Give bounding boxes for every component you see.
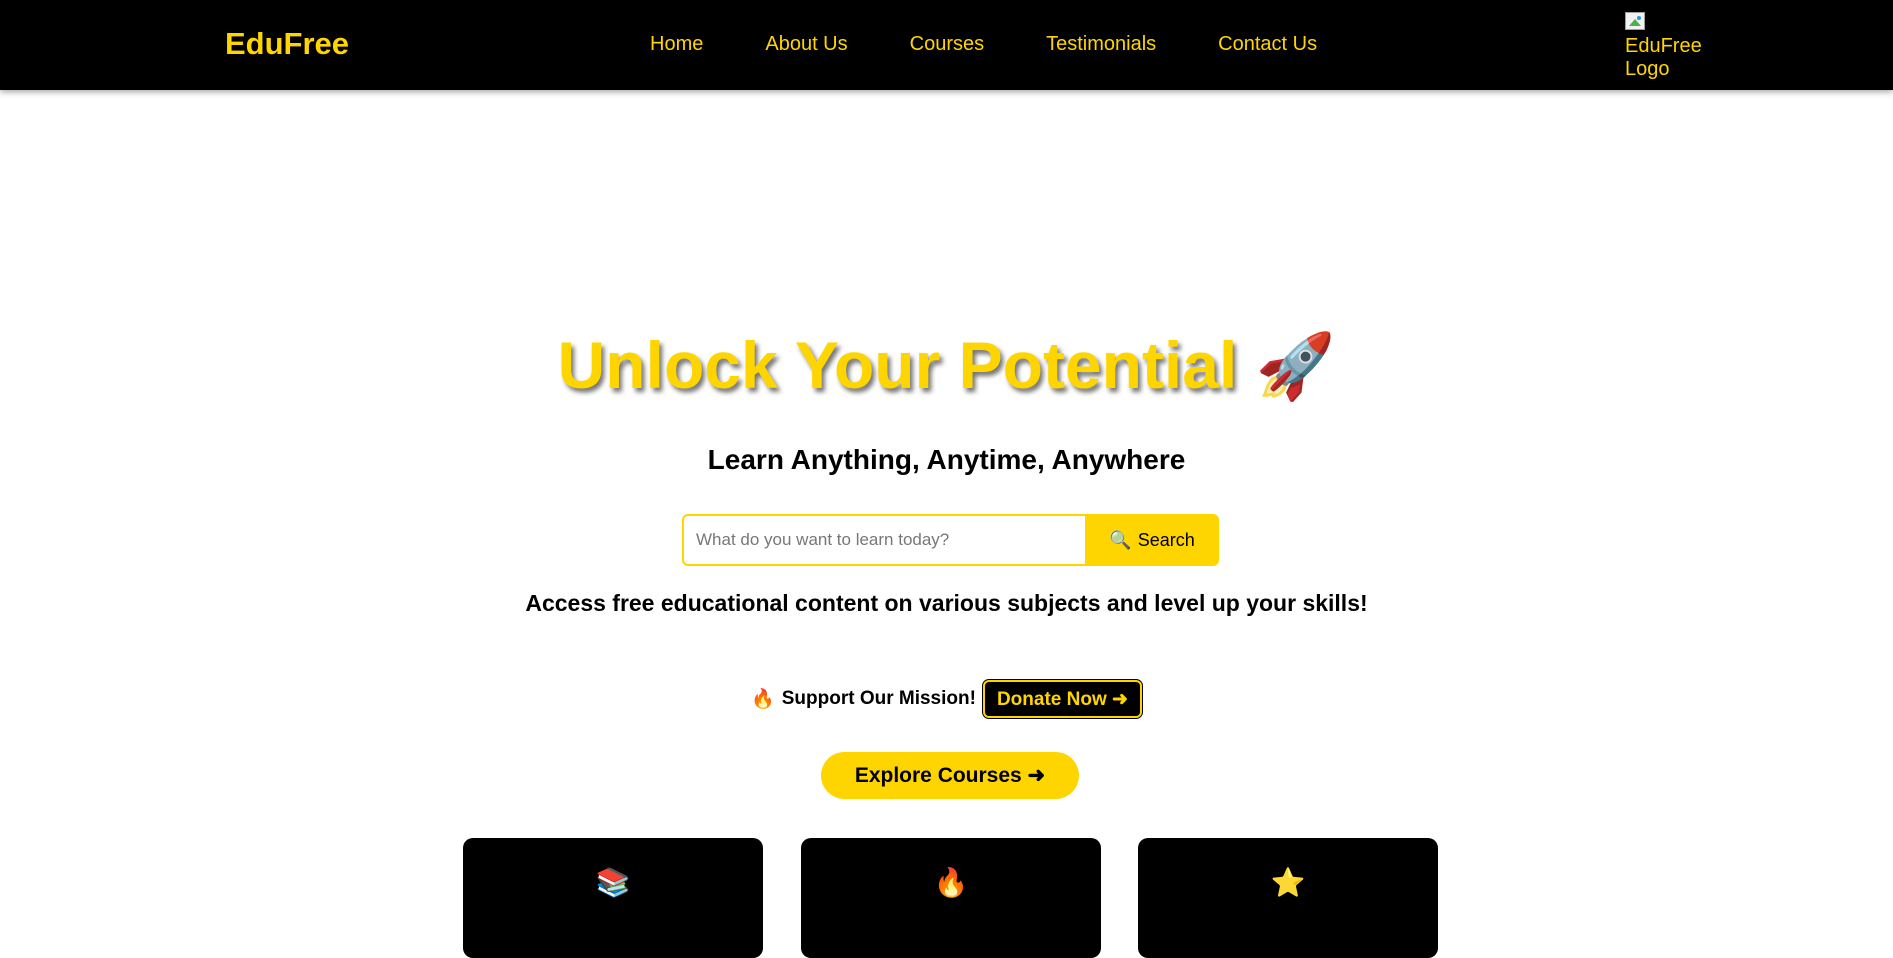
books-icon: 📚 [595, 867, 631, 898]
top-navbar: EduFree Home About Us Courses Testimonia… [0, 0, 1893, 90]
nav-link-courses[interactable]: Courses [910, 30, 984, 58]
feature-card[interactable]: 🔥 [801, 838, 1101, 958]
brand-name[interactable]: EduFree [225, 26, 349, 62]
hero-subtitle: Learn Anything, Anytime, Anywhere [707, 444, 1186, 475]
feature-card[interactable]: ⭐ [1138, 838, 1438, 958]
donate-now-button[interactable]: Donate Now ➜ [982, 680, 1142, 718]
search-button-label: Search [1137, 529, 1195, 550]
hero-title-text: Unlock Your Potential [557, 328, 1238, 402]
hero-title: Unlock Your Potential 🚀 [0, 325, 1893, 406]
support-mission-row: 🔥 Support Our Mission! Donate Now ➜ [0, 680, 1893, 718]
hero-description: Access free educational content on vario… [525, 590, 1368, 616]
search-button[interactable]: 🔍 Search [1085, 514, 1219, 566]
support-text: Support Our Mission! [781, 688, 976, 709]
main-nav: Home About Us Courses Testimonials Conta… [650, 30, 1317, 58]
nav-link-about-us[interactable]: About Us [765, 30, 847, 58]
fire-icon: 🔥 [933, 867, 969, 898]
rocket-icon: 🚀 [1255, 330, 1336, 402]
broken-image-icon [1625, 12, 1645, 30]
search-input[interactable] [682, 514, 1085, 566]
fire-icon: 🔥 [751, 689, 775, 710]
star-icon: ⭐ [1270, 867, 1306, 898]
magnifier-icon: 🔍 [1109, 529, 1132, 550]
nav-link-testimonials[interactable]: Testimonials [1046, 30, 1156, 58]
logo-alt-text: EduFree Logo [1625, 35, 1702, 80]
nav-link-contact-us[interactable]: Contact Us [1218, 30, 1317, 58]
explore-courses-button[interactable]: Explore Courses ➜ [821, 752, 1079, 799]
site-logo: EduFree Logo [1625, 12, 1715, 81]
search-bar: 🔍 Search [682, 514, 1219, 566]
feature-card[interactable]: 📚 [463, 838, 763, 958]
nav-link-home[interactable]: Home [650, 30, 703, 58]
